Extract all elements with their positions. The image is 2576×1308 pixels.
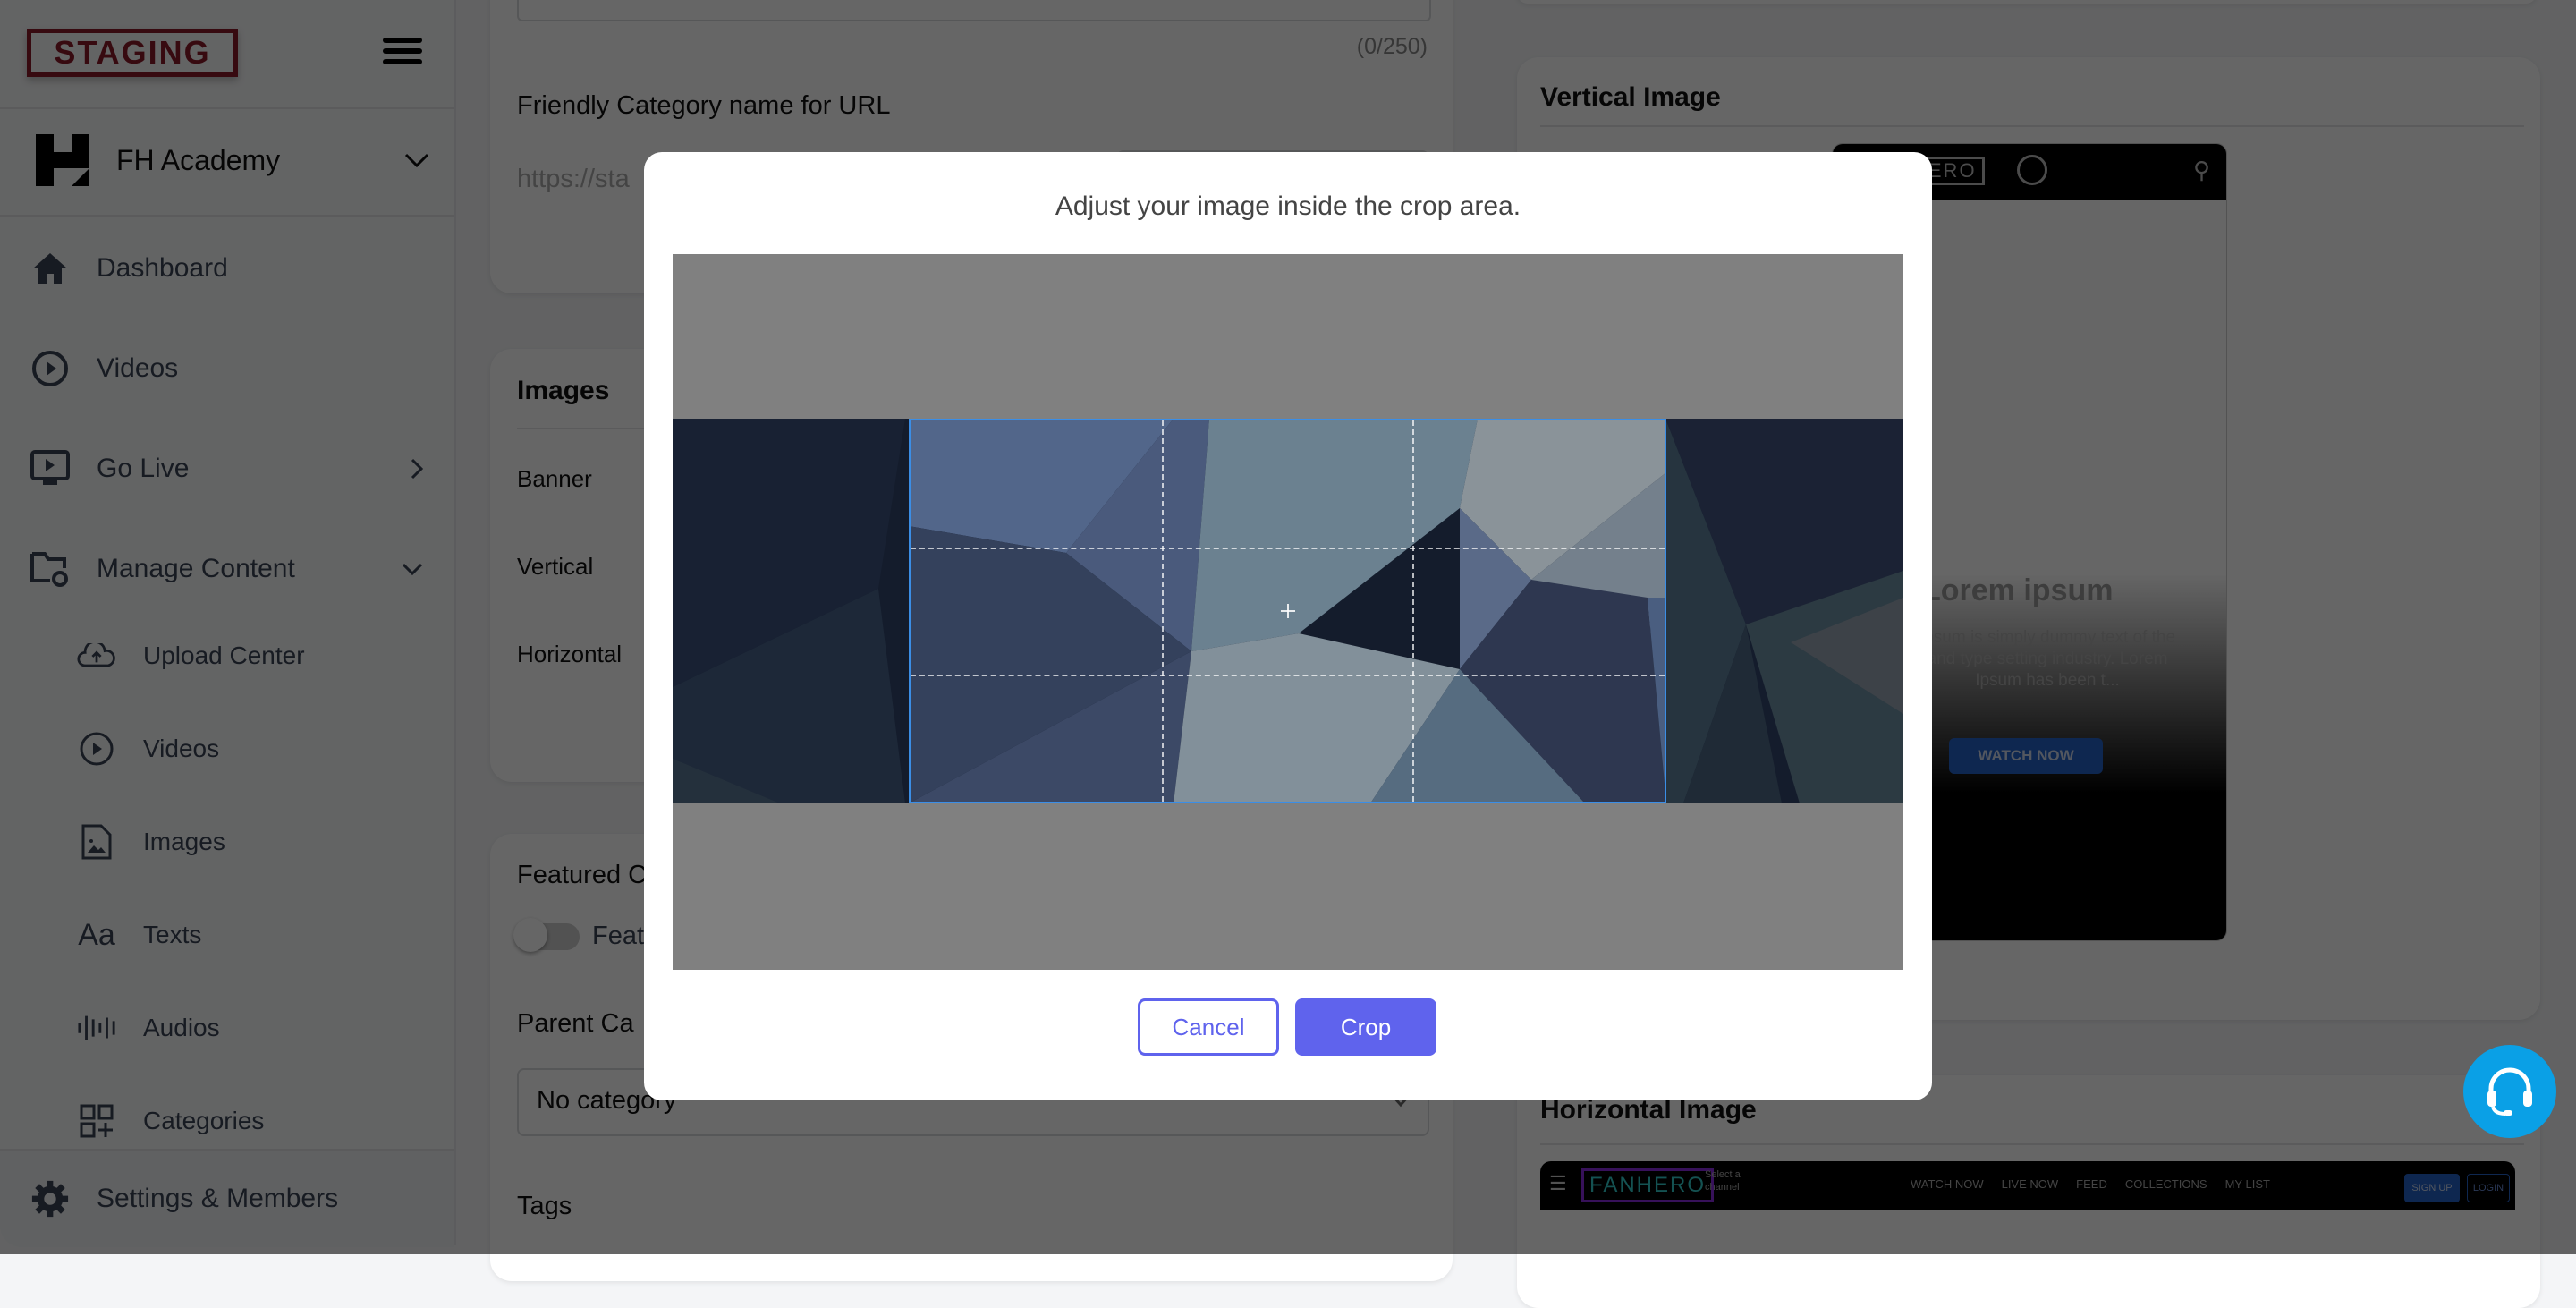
crop-guide-vertical bbox=[1412, 420, 1415, 802]
crop-center-crosshair-icon bbox=[1280, 604, 1295, 618]
crop-dialog: Adjust your image inside the crop area. bbox=[644, 152, 1932, 1100]
crop-selection-box[interactable] bbox=[909, 419, 1666, 803]
crop-guide-vertical bbox=[1161, 420, 1164, 802]
support-button[interactable] bbox=[2463, 1045, 2556, 1138]
dialog-title: Adjust your image inside the crop area. bbox=[1055, 191, 1521, 221]
crop-button[interactable]: Crop bbox=[1295, 998, 1436, 1056]
headset-icon bbox=[2487, 1067, 2532, 1116]
crop-canvas[interactable] bbox=[673, 254, 1903, 970]
crop-guide-horizontal bbox=[911, 674, 1665, 676]
cancel-button[interactable]: Cancel bbox=[1138, 998, 1279, 1056]
crop-guide-horizontal bbox=[911, 547, 1665, 549]
